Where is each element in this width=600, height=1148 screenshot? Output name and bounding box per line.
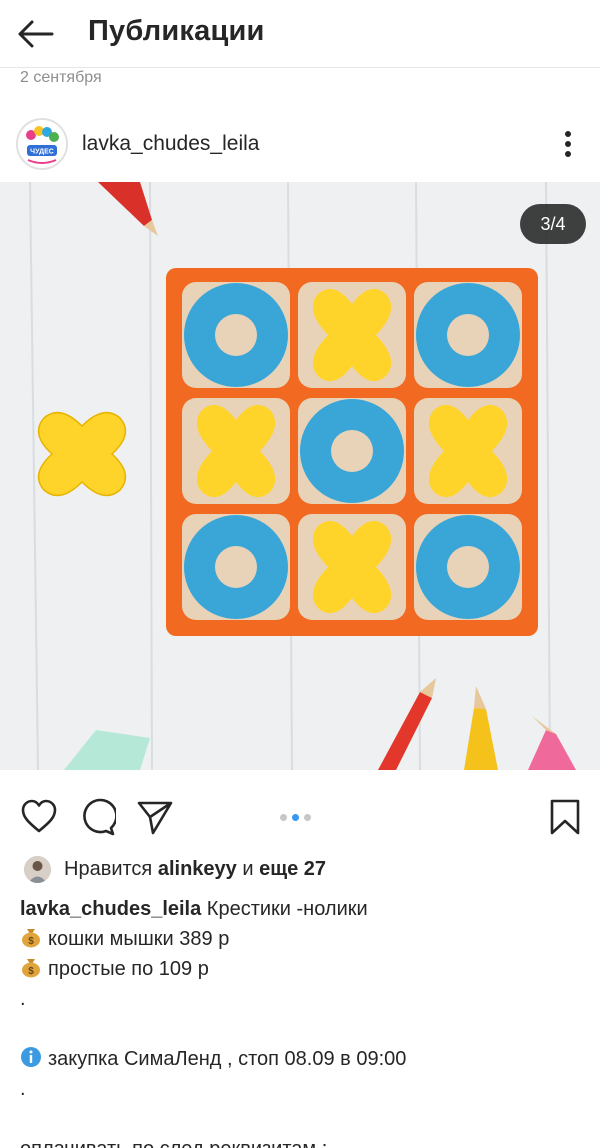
liker-avatar[interactable]	[24, 856, 51, 883]
likes-row[interactable]: Нравится alinkeyy и еще 27	[0, 854, 600, 886]
liker-username[interactable]: alinkeyy	[158, 858, 237, 880]
post-actions	[0, 770, 600, 848]
carousel-dot-active	[292, 814, 299, 821]
heart-icon[interactable]	[20, 798, 58, 836]
post-photo[interactable]: 3/4	[0, 182, 600, 770]
top-bar: Публикации	[0, 0, 600, 68]
likes-others[interactable]: еще 27	[259, 858, 326, 880]
caption-line: закупка СимаЛенд , стоп 08.09 в 09:00	[48, 1048, 407, 1070]
caption-line: .	[20, 988, 26, 1010]
post-date: 2 сентября	[20, 69, 102, 86]
money-bag-icon: $	[20, 956, 42, 978]
post-caption: lavka_chudes_leila Крестики -нолики $ ко…	[20, 894, 590, 1148]
caption-line	[20, 1104, 590, 1134]
avatar-logo-text: ЧУДЕС	[30, 149, 54, 156]
back-arrow-icon[interactable]	[14, 14, 56, 54]
share-icon[interactable]	[136, 798, 174, 836]
info-icon	[20, 1046, 42, 1068]
post-header: ЧУДЕС lavka_chudes_leila	[0, 104, 600, 182]
comment-icon[interactable]	[78, 798, 118, 836]
more-options-icon[interactable]	[552, 126, 584, 162]
caption-line: оплачивать по след реквизитам :	[20, 1134, 590, 1148]
carousel-dots	[280, 814, 324, 822]
caption-username[interactable]: lavka_chudes_leila	[20, 898, 201, 920]
svg-text:$: $	[28, 966, 34, 977]
caption-line: кошки мышки 389 р	[48, 928, 230, 950]
avatar[interactable]: ЧУДЕС	[16, 118, 68, 170]
money-bag-icon: $	[20, 926, 42, 948]
svg-text:$: $	[28, 936, 34, 947]
tic-tac-toe-board	[166, 268, 538, 636]
likes-joiner: и	[242, 858, 254, 880]
page-title: Публикации	[88, 15, 265, 47]
caption-line: простые по 109 р	[48, 958, 209, 980]
likes-prefix: Нравится	[64, 858, 153, 880]
likes-text: Нравится alinkeyy и еще 27	[64, 858, 326, 881]
carousel-counter: 3/4	[520, 204, 586, 244]
loose-cross-piece	[37, 411, 127, 497]
caption-line	[20, 1014, 590, 1044]
bookmark-icon[interactable]	[546, 798, 584, 836]
post-username[interactable]: lavka_chudes_leila	[82, 132, 259, 156]
caption-line: Крестики -нолики	[206, 898, 368, 920]
caption-line: .	[20, 1078, 26, 1100]
carousel-dot	[280, 814, 287, 821]
carousel-dot	[304, 814, 311, 821]
